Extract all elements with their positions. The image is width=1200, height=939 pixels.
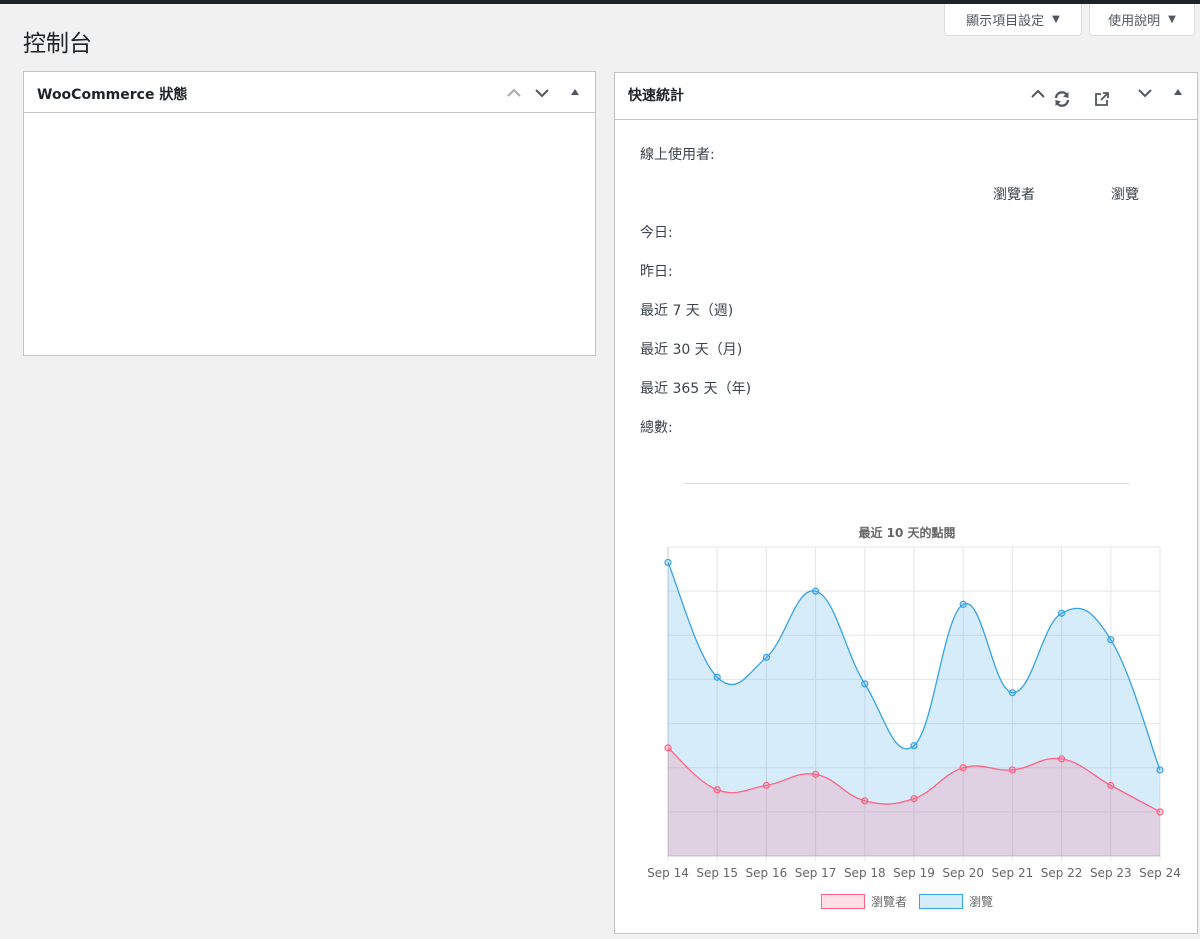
- data-point-visitors: [910, 795, 918, 803]
- data-point-visitors: [812, 770, 820, 778]
- legend-swatch-views: [919, 894, 963, 909]
- x-tick-label: Sep 14: [647, 866, 689, 880]
- woocommerce-status-widget: WooCommerce 狀態: [23, 71, 596, 356]
- screen-options-button[interactable]: 顯示項目設定 ▼: [944, 4, 1082, 36]
- help-label: 使用說明: [1108, 14, 1161, 29]
- screen-options-label: 顯示項目設定: [966, 14, 1045, 29]
- page-title: 控制台: [23, 31, 92, 57]
- x-tick-label: Sep 24: [1139, 866, 1181, 880]
- help-button[interactable]: 使用說明 ▼: [1089, 4, 1195, 36]
- data-point-visitors: [1058, 755, 1066, 763]
- x-tick-label: Sep 15: [696, 866, 738, 880]
- x-tick-label: Sep 19: [893, 866, 935, 880]
- data-point-views: [1107, 636, 1115, 644]
- data-point-visitors: [713, 786, 721, 794]
- move-down-icon[interactable]: [532, 83, 552, 103]
- x-tick-label: Sep 22: [1041, 866, 1083, 880]
- legend-item-views[interactable]: 瀏覽: [919, 893, 993, 910]
- move-up-icon[interactable]: [504, 83, 524, 103]
- data-point-visitors: [664, 744, 672, 752]
- data-point-visitors: [762, 781, 770, 789]
- data-point-visitors: [1156, 808, 1164, 816]
- data-point-views: [1008, 689, 1016, 697]
- data-point-visitors: [1107, 781, 1115, 789]
- widget-header: WooCommerce 狀態: [24, 72, 595, 113]
- legend-item-visitors[interactable]: 瀏覽者: [820, 893, 907, 910]
- data-point-views: [1156, 766, 1164, 774]
- data-point-views: [1058, 609, 1066, 617]
- data-point-views: [910, 742, 918, 750]
- legend-label-visitors: 瀏覽者: [870, 895, 907, 909]
- x-tick-label: Sep 23: [1090, 866, 1132, 880]
- chart-legend: 瀏覽者 瀏覽: [615, 893, 1199, 910]
- x-tick-label: Sep 18: [844, 866, 886, 880]
- data-point-views: [762, 653, 770, 661]
- caret-down-icon: ▼: [1052, 14, 1060, 25]
- data-point-views: [664, 558, 672, 567]
- legend-swatch-visitors: [820, 894, 865, 909]
- data-point-visitors: [861, 797, 869, 805]
- x-tick-label: Sep 16: [746, 866, 788, 880]
- x-tick-label: Sep 20: [942, 866, 984, 880]
- data-point-views: [713, 673, 721, 681]
- data-point-visitors: [959, 764, 967, 772]
- data-point-views: [812, 587, 820, 595]
- hits-chart: Sep 14 Sep 15 Sep 16 Sep 17 Sep 18 Sep 19 Sep …: [647, 546, 1181, 880]
- data-point-views: [959, 600, 967, 608]
- legend-label-views: 瀏覽: [969, 895, 994, 909]
- toggle-panel-icon[interactable]: [565, 82, 585, 102]
- data-point-visitors: [1008, 766, 1016, 774]
- data-point-views: [861, 680, 869, 688]
- x-tick-label: Sep 17: [795, 866, 837, 880]
- quick-stats-widget: 快速統計 線上使用者: 瀏覽者 瀏覽 今日: 昨日: 最近 7 天（週) 最近 …: [614, 72, 1198, 934]
- widget-title: WooCommerce 狀態: [37, 87, 188, 103]
- caret-down-icon: ▼: [1168, 14, 1176, 25]
- x-tick-label: Sep 21: [992, 866, 1034, 880]
